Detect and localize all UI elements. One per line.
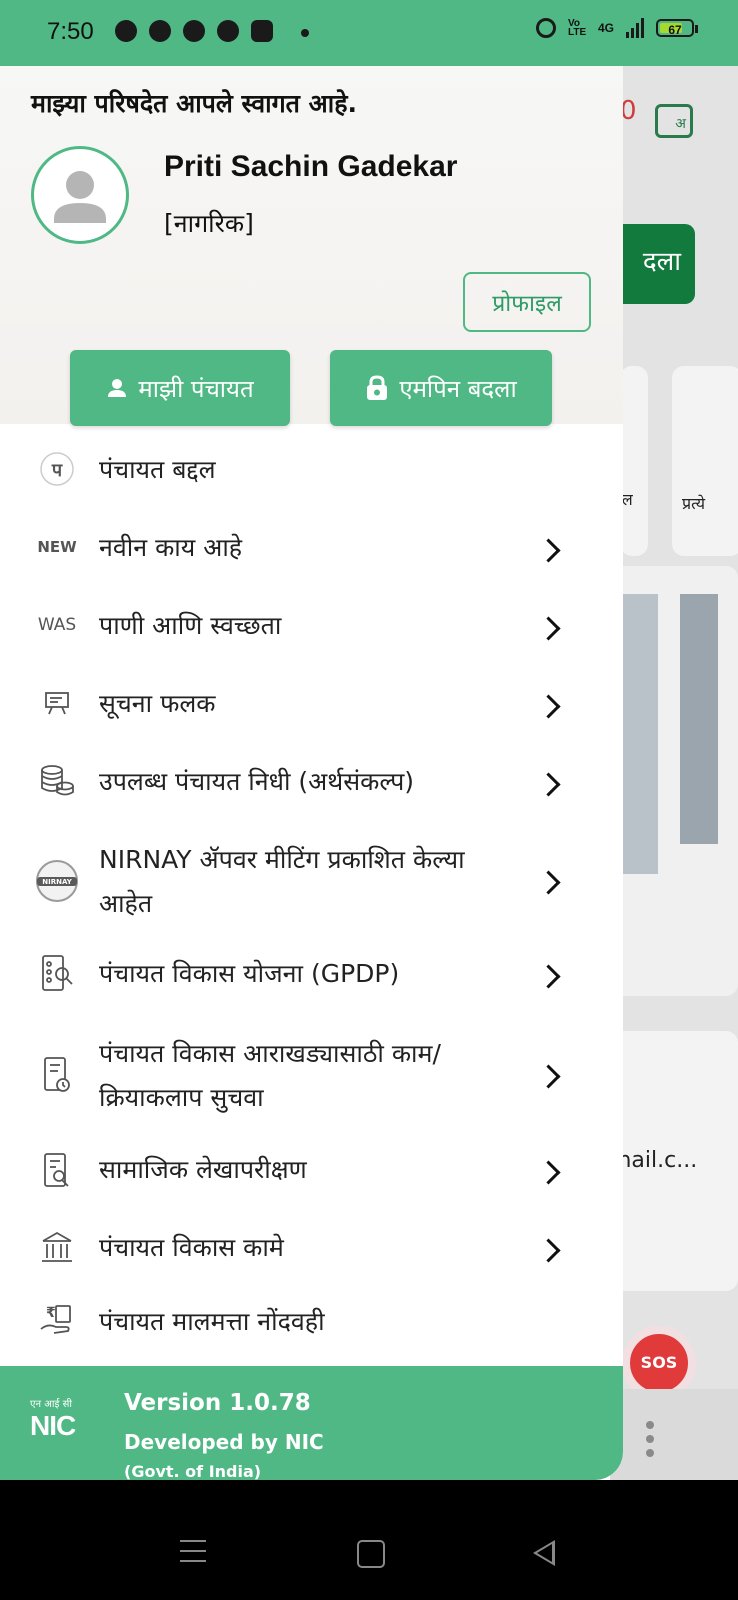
facebook-icon (115, 20, 137, 42)
network-type: 4G (597, 21, 614, 35)
change-mpin-button[interactable]: एमपिन बदला (330, 350, 552, 426)
menu-item-available-funds[interactable]: उपलब्ध पंचायत निधी (अर्थसंकल्प) (0, 756, 623, 816)
lock-icon (367, 375, 388, 400)
panchayat-logo-icon: प (36, 448, 78, 490)
nic-logo: एन आई सी NIC (30, 1396, 94, 1442)
whatsapp-icon (217, 20, 239, 42)
app-version: Version 1.0.78 (124, 1390, 311, 1416)
svg-text:₹: ₹ (46, 1305, 56, 1321)
notification-icons (115, 20, 273, 42)
nirnay-logo-icon: NIRNAY (32, 860, 82, 902)
building-icon (36, 1226, 78, 1268)
background-photo (680, 594, 718, 844)
avatar[interactable] (31, 146, 129, 244)
menu-item-whats-new[interactable]: NEW नवीन काय आहे (0, 522, 623, 582)
snapchat-icon (149, 20, 171, 42)
background-card[interactable] (672, 366, 738, 556)
language-switch-icon[interactable]: अ (655, 104, 693, 138)
menu-label: पंचायत विकास योजना (GPDP) (99, 959, 400, 988)
menu-label: नवीन काय आहे (99, 533, 243, 562)
asset-register-icon: ₹ (36, 1300, 78, 1342)
chevron-right-icon (536, 538, 561, 563)
change-mpin-label: एमपिन बदला (399, 374, 517, 403)
nic-logo-hindi: एन आई सी (30, 1399, 72, 1410)
background-bottom-bar (610, 1389, 738, 1480)
menu-item-suggest-activity[interactable]: पंचायत विकास आराखड्यासाठी काम/क्रियाकलाप… (0, 1028, 623, 1124)
chevron-right-icon (536, 616, 561, 641)
status-bar: 7:50 Vo LTE 4G 67 (0, 0, 738, 66)
nav-bar-spacer (0, 1480, 738, 1510)
chevron-right-icon (536, 964, 561, 989)
audit-search-icon (36, 1150, 78, 1192)
chevron-right-icon (536, 870, 561, 895)
messenger-icon (183, 20, 205, 42)
developed-by: Developed by NIC (124, 1430, 324, 1454)
more-notifications-dot-icon (301, 29, 309, 37)
was-badge-icon: WAS (37, 615, 77, 635)
drawer-footer: एन आई सी NIC Version 1.0.78 Developed by… (0, 1366, 623, 1480)
alarm-icon (535, 18, 556, 38)
my-panchayat-label: माझी पंचायत (138, 374, 254, 403)
profile-button[interactable]: प्रोफाइल (463, 272, 591, 332)
chevron-right-icon (536, 1064, 561, 1089)
user-placeholder-icon (54, 171, 106, 223)
home-icon[interactable] (357, 1540, 385, 1568)
menu-label: पंचायत विकास आराखड्यासाठी काम/क्रियाकलाप… (99, 1039, 441, 1112)
recents-icon[interactable] (180, 1540, 206, 1562)
svg-text:प: प (51, 460, 63, 481)
menu-label: उपलब्ध पंचायत निधी (अर्थसंकल्प) (99, 767, 415, 796)
nic-logo-text: NIC (30, 1410, 76, 1441)
menu-label: पाणी आणि स्वच्छता (99, 611, 282, 640)
my-panchayat-button[interactable]: माझी पंचायत (70, 350, 290, 426)
menu-item-asset-register[interactable]: ₹ पंचायत मालमत्ता नोंदवही (0, 1294, 623, 1354)
chevron-right-icon (536, 1238, 561, 1263)
chevron-right-icon (536, 694, 561, 719)
menu-label: पंचायत मालमत्ता नोंदवही (99, 1307, 325, 1336)
instagram-icon (251, 20, 273, 42)
background-screen: 0 अ दला जल प्रत्ये mail.c... SOS (610, 66, 738, 1480)
menu-item-development-works[interactable]: पंचायत विकास कामे (0, 1220, 623, 1280)
person-icon (108, 379, 127, 397)
svg-text:NIRNAY: NIRNAY (42, 878, 72, 886)
signal-icon (626, 18, 644, 38)
more-options-icon[interactable] (646, 1421, 654, 1457)
document-clock-icon (36, 1054, 78, 1096)
welcome-text: माझ्या परिषदेत आपले स्वागत आहे. (31, 89, 357, 118)
drawer-header: माझ्या परिषदेत आपले स्वागत आहे. Priti Sa… (0, 66, 623, 426)
system-nav-bar (0, 1510, 738, 1600)
menu-item-notice-board[interactable]: सूचना फलक (0, 678, 623, 738)
chevron-right-icon (536, 1160, 561, 1185)
new-badge-icon: NEW (37, 538, 77, 556)
menu-item-about-panchayat[interactable]: प पंचायत बद्दल (0, 444, 623, 504)
menu-label: NIRNAY ॲपवर मीटिंग प्रकाशित केल्या आहेत (99, 845, 465, 918)
user-role: [नागरिक] (164, 209, 254, 238)
background-card[interactable] (620, 366, 648, 556)
plan-search-icon (36, 952, 78, 994)
menu-item-nirnay-meetings[interactable]: NIRNAY NIRNAY ॲपवर मीटिंग प्रकाशित केल्य… (0, 834, 623, 930)
govt-of-india: (Govt. of India) (124, 1462, 262, 1480)
battery-icon: 67 (656, 19, 698, 37)
menu-label: पंचायत बद्दल (99, 455, 216, 484)
navigation-drawer: माझ्या परिषदेत आपले स्वागत आहे. Priti Sa… (0, 66, 623, 1480)
status-time: 7:50 (47, 18, 94, 45)
menu-label: पंचायत विकास कामे (99, 1233, 284, 1262)
background-label: प्रत्ये (682, 494, 706, 513)
user-name: Priti Sachin Gadekar (164, 150, 458, 183)
volte-indicator: Vo LTE (567, 18, 587, 38)
menu-label: सूचना फलक (99, 689, 216, 718)
menu-item-gpdp[interactable]: पंचायत विकास योजना (GPDP) (0, 946, 623, 1006)
back-icon[interactable] (533, 1540, 555, 1566)
chevron-right-icon (536, 772, 561, 797)
status-indicators: Vo LTE 4G 67 (535, 18, 698, 38)
menu-label: सामाजिक लेखापरीक्षण (99, 1155, 307, 1184)
notice-board-icon (36, 682, 78, 724)
coins-icon (36, 760, 78, 802)
menu-item-water-sanitation[interactable]: WAS पाणी आणि स्वच्छता (0, 600, 623, 660)
background-email: mail.c... (610, 1148, 698, 1173)
menu-item-social-audit[interactable]: सामाजिक लेखापरीक्षण (0, 1142, 623, 1202)
